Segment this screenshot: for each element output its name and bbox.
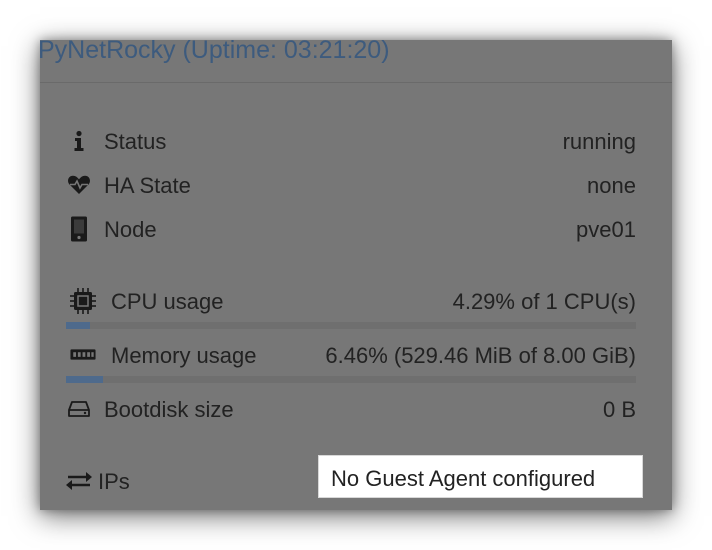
cpu-chip-icon bbox=[70, 288, 96, 314]
cpu-usage-bar bbox=[66, 322, 636, 329]
cpu-usage-bar-fill bbox=[66, 322, 91, 329]
ips-label: IPs bbox=[98, 469, 130, 494]
memory-usage-label: Memory usage bbox=[111, 343, 257, 368]
screenshot-stage: PyNetRocky (Uptime: 03:21:20) Status run… bbox=[0, 0, 712, 550]
memory-usage-bar-fill bbox=[66, 376, 103, 383]
node-value: pve01 bbox=[576, 217, 636, 242]
guest-agent-status-box[interactable]: No Guest Agent configured bbox=[318, 455, 643, 498]
memory-usage-value: 6.46% (529.46 MiB of 8.00 GiB) bbox=[325, 343, 636, 368]
panel-header: PyNetRocky (Uptime: 03:21:20) bbox=[40, 40, 672, 83]
heartbeat-icon bbox=[66, 172, 92, 198]
guest-agent-status-text: No Guest Agent configured bbox=[331, 466, 596, 491]
cpu-usage-label: CPU usage bbox=[111, 289, 224, 314]
vm-summary-panel: PyNetRocky (Uptime: 03:21:20) Status run… bbox=[40, 40, 672, 510]
bootdisk-value: 0 B bbox=[602, 397, 636, 422]
bootdisk-row: Bootdisk size 0 B bbox=[40, 394, 672, 424]
memory-module-icon bbox=[70, 342, 96, 368]
status-value: running bbox=[562, 129, 636, 154]
panel-title: PyNetRocky (Uptime: 03:21:20) bbox=[40, 40, 390, 64]
exchange-arrows-icon bbox=[66, 468, 92, 494]
server-icon bbox=[66, 216, 92, 242]
ha-state-row: HA State none bbox=[40, 170, 672, 200]
status-row: Status running bbox=[40, 126, 672, 156]
status-label: Status bbox=[104, 129, 167, 154]
info-icon bbox=[66, 128, 92, 154]
bootdisk-label: Bootdisk size bbox=[104, 397, 234, 422]
ha-state-value: none bbox=[587, 173, 636, 198]
memory-usage-bar bbox=[66, 376, 636, 383]
cpu-usage-row: CPU usage 4.29% of 1 CPU(s) bbox=[40, 286, 672, 316]
hard-drive-icon bbox=[66, 396, 92, 422]
ha-state-label: HA State bbox=[104, 173, 191, 198]
node-label: Node bbox=[104, 217, 157, 242]
cpu-usage-value: 4.29% of 1 CPU(s) bbox=[452, 289, 636, 314]
node-row: Node pve01 bbox=[40, 214, 672, 244]
memory-usage-row: Memory usage 6.46% (529.46 MiB of 8.00 G… bbox=[40, 340, 672, 370]
